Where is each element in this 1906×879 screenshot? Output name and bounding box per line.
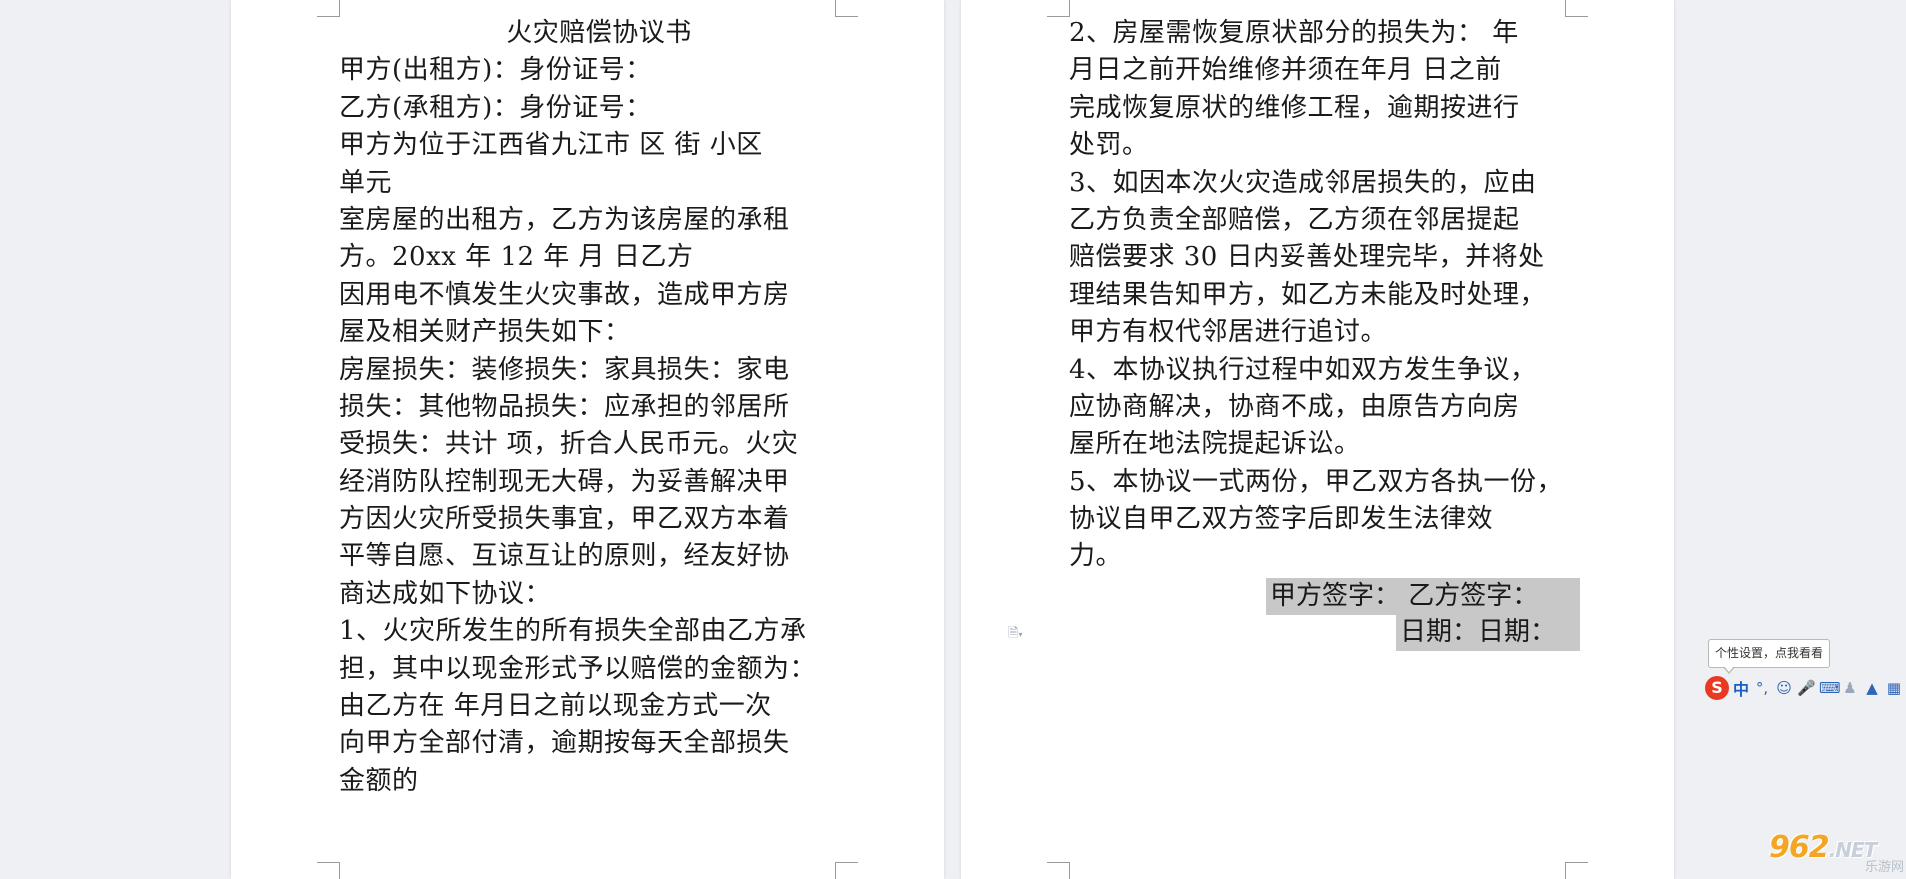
crop-mark [1565, 862, 1588, 879]
crop-mark [1047, 862, 1070, 879]
text-line: 商达成如下协议： [339, 578, 552, 609]
text-line: 力。 [1069, 541, 1123, 572]
text-line: 5、本协议一式两份，甲乙双方各执一份， [1069, 466, 1564, 497]
text-line: 甲方为位于江西省九江市 区 街 小区 [339, 130, 763, 161]
keyboard-icon[interactable]: ⌨ [1819, 679, 1841, 697]
text-line: 室房屋的出租方，乙方为该房屋的承租 [339, 204, 790, 235]
user-icon[interactable]: ♟ [1841, 679, 1859, 697]
text-line: 乙方负责全部赔偿，乙方须在邻居提起 [1069, 204, 1520, 235]
document-page-right: 2、房屋需恢复原状部分的损失为： 年 月日之前开始维修并须在年月 日之前 完成恢… [961, 0, 1674, 879]
text-line: 协议自甲乙双方签字后即发生法律效 [1069, 504, 1494, 535]
text-line: 平等自愿、互谅互让的原则，经友好协 [339, 541, 790, 572]
text-line: 方。20xx 年 12 年 月 日乙方 [339, 242, 694, 273]
date-line[interactable]: 日期：日期： [1396, 614, 1580, 651]
text-line: 应协商解决，协商不成，由原告方向房 [1069, 391, 1520, 422]
text-line: 乙方(承租方)：身份证号： [339, 92, 652, 123]
text-line: 单元 [339, 167, 393, 198]
text-line: 由乙方在 年月日之前以现金方式一次 [339, 691, 772, 722]
watermark-subtitle: 乐游网 [1864, 860, 1904, 875]
document-page-left: 火灾赔偿协议书 甲方(出租方)：身份证号： 乙方(承租方)：身份证号： 甲方为位… [231, 0, 944, 879]
text-line: 向甲方全部付清，逾期按每天全部损失 [339, 728, 790, 759]
text-line: 赔偿要求 30 日内妥善处理完毕，并将处 [1069, 242, 1545, 273]
text-line: 3、如因本次火灾造成邻居损失的，应由 [1069, 167, 1537, 198]
ime-tooltip: 个性设置，点我看看 [1708, 639, 1830, 674]
text-line: 房屋损失：装修损失：家具损失：家电 [339, 354, 790, 385]
text-line: 月日之前开始维修并须在年月 日之前 [1069, 55, 1502, 86]
text-line: 处罚。 [1069, 130, 1149, 161]
skin-icon[interactable]: ▲ [1863, 679, 1881, 697]
text-line: 经消防队控制现无大碍，为妥善解决甲 [339, 466, 790, 497]
document-title: 火灾赔偿协议书 [506, 18, 692, 48]
site-watermark-logo: 962.NET 乐游网 [1769, 830, 1904, 875]
text-line: 损失：其他物品损失：应承担的邻居所 [339, 391, 790, 422]
emoji-icon[interactable]: ☺ [1775, 679, 1793, 697]
crop-mark [317, 862, 340, 879]
text-line: 甲方有权代邻居进行追讨。 [1069, 317, 1388, 348]
document-body-right[interactable]: 2、房屋需恢复原状部分的损失为： 年 月日之前开始维修并须在年月 日之前 完成恢… [1069, 15, 1589, 576]
punctuation-icon[interactable]: °, [1753, 679, 1771, 697]
sogou-logo-icon[interactable]: S [1705, 676, 1729, 700]
text-line: 担，其中以现金形式予以赔偿的金额为： [339, 653, 817, 684]
text-line: 理结果告知甲方，如乙方未能及时处理， [1069, 279, 1547, 310]
text-line: 因用电不慎发生火灾事故，造成甲方房 [339, 279, 790, 310]
text-line: 1、火灾所发生的所有损失全部由乙方承 [339, 616, 807, 647]
signature-line[interactable]: 甲方签字： 乙方签字： [1266, 578, 1580, 615]
text-line: 完成恢复原状的维修工程，逾期按进行 [1069, 92, 1520, 123]
text-line: 2、房屋需恢复原状部分的损失为： 年 [1069, 18, 1519, 48]
paragraph-format-icon[interactable]: 🗎▾ [1008, 624, 1022, 646]
grid-icon[interactable]: ▦ [1885, 679, 1903, 697]
text-line: 4、本协议执行过程中如双方发生争议， [1069, 354, 1537, 385]
text-line: 甲方(出租方)：身份证号： [339, 55, 652, 86]
text-line: 屋所在地法院提起诉讼。 [1069, 429, 1361, 460]
document-body-left[interactable]: 火灾赔偿协议书 甲方(出租方)：身份证号： 乙方(承租方)：身份证号： 甲方为位… [339, 15, 859, 800]
text-line: 受损失：共计 项，折合人民币元。火灾 [339, 429, 799, 460]
text-line: 方因火灾所受损失事宜，甲乙双方本着 [339, 504, 790, 535]
crop-mark [317, 0, 340, 17]
crop-mark [1047, 0, 1070, 17]
crop-mark [835, 862, 858, 879]
input-mode-toggle[interactable]: 中 [1733, 676, 1749, 700]
text-line: 金额的 [339, 765, 419, 796]
watermark-brand: 962 [1769, 830, 1830, 865]
microphone-icon[interactable]: 🎤 [1797, 679, 1816, 697]
ime-toolbar[interactable]: S 中 °, ☺ 🎤 ⌨ ♟ ▲ ▦ [1705, 673, 1906, 703]
text-line: 屋及相关财产损失如下： [339, 317, 631, 348]
